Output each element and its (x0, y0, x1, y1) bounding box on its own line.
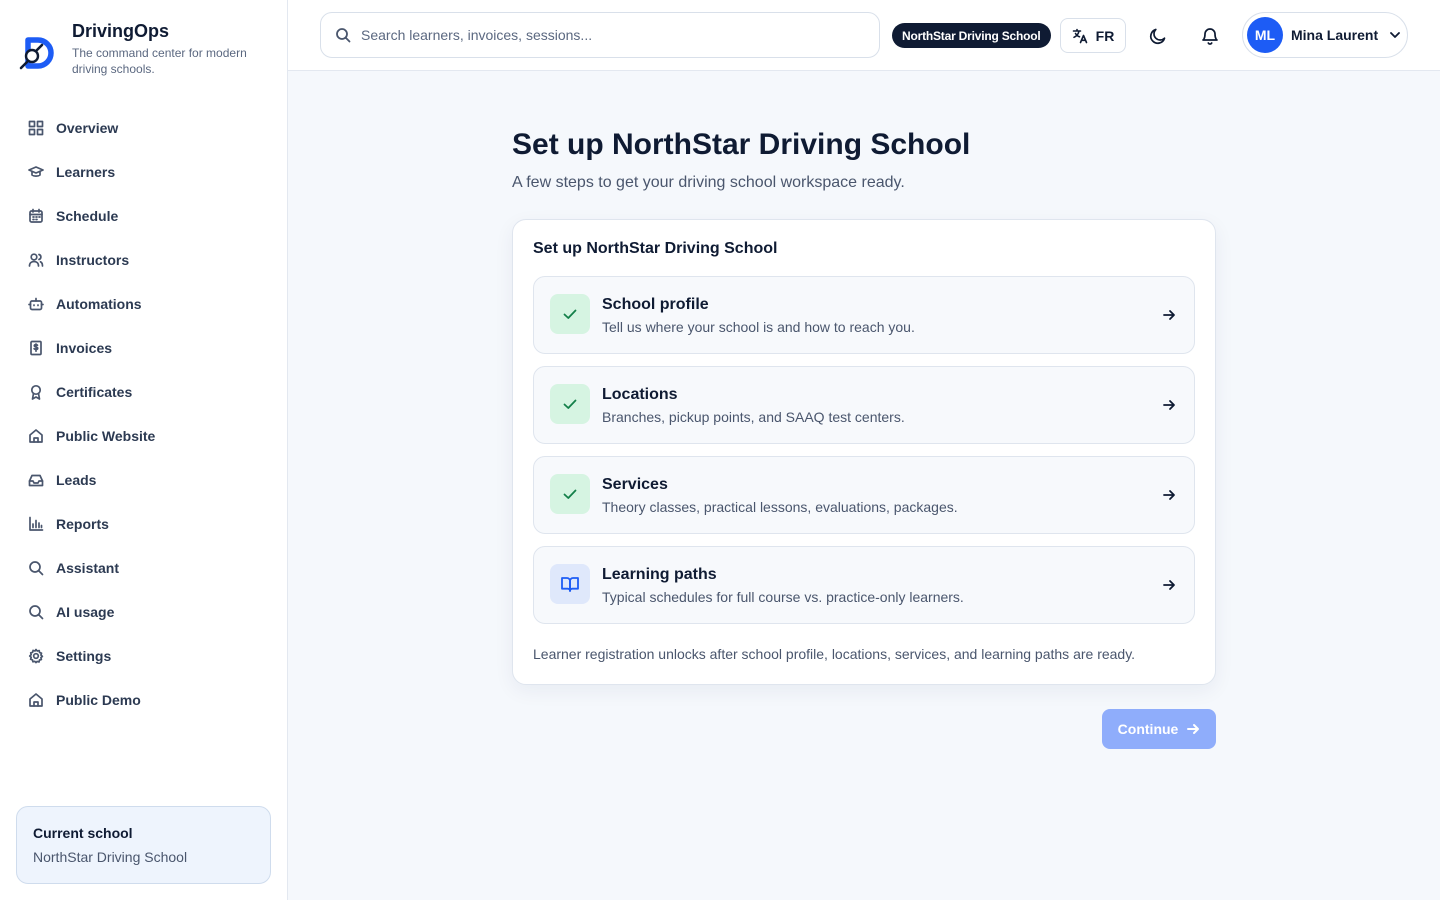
setup-step-locations[interactable]: Locations Branches, pickup points, and S… (533, 366, 1195, 444)
sidebar-item-label: Learners (56, 164, 116, 180)
step-title: Services (602, 476, 668, 493)
page-subtitle: A few steps to get your driving school w… (512, 174, 905, 191)
arrow-right-icon (1162, 308, 1176, 322)
sidebar-item-invoices[interactable]: Invoices (16, 326, 272, 370)
sidebar-nav: Overview Learners Schedule Instructors A… (16, 106, 272, 722)
sidebar-item-label: Instructors (56, 252, 130, 268)
gear-icon (28, 648, 44, 664)
chevron-down-icon (1390, 32, 1401, 38)
bot-icon (28, 296, 44, 312)
current-school-value: NorthStar Driving School (33, 849, 188, 865)
setup-step-learning-paths[interactable]: Learning paths Typical schedules for ful… (533, 546, 1195, 624)
step-title: School profile (602, 296, 709, 313)
sidebar-item-label: Assistant (56, 560, 120, 576)
language-label: FR (1095, 27, 1115, 44)
sidebar-item-schedule[interactable]: Schedule (16, 194, 272, 238)
grid-icon (28, 120, 44, 136)
registration-note: Learner registration unlocks after schoo… (533, 646, 1136, 662)
user-name: Mina Laurent (1291, 27, 1379, 43)
step-status-badge (550, 564, 590, 604)
dark-mode-toggle[interactable] (1140, 18, 1176, 53)
user-menu-button[interactable]: ML Mina Laurent (1242, 12, 1408, 58)
step-description: Tell us where your school is and how to … (602, 319, 915, 335)
search-icon (28, 604, 44, 620)
sidebar-item-label: Schedule (56, 208, 119, 224)
sidebar-item-public-demo[interactable]: Public Demo (16, 678, 272, 722)
arrow-right-icon (1187, 724, 1200, 734)
current-school-card: Current school NorthStar Driving School (16, 806, 271, 884)
setup-step-school-profile[interactable]: School profile Tell us where your school… (533, 276, 1195, 354)
sidebar-item-public-website[interactable]: Public Website (16, 414, 272, 458)
check-icon (563, 309, 577, 319)
school-badge: NorthStar Driving School (892, 23, 1051, 48)
inbox-icon (28, 472, 44, 488)
check-icon (563, 399, 577, 409)
calendar-icon (28, 208, 44, 224)
bar-chart-icon (28, 516, 44, 532)
step-description: Branches, pickup points, and SAAQ test c… (602, 409, 905, 425)
sidebar: DrivingOps The command center for modern… (0, 0, 288, 900)
arrow-right-icon (1162, 398, 1176, 412)
brand-name: DrivingOps (72, 21, 170, 41)
search-icon (336, 28, 351, 43)
sidebar-item-overview[interactable]: Overview (16, 106, 272, 150)
translate-icon (1072, 28, 1087, 43)
brand-tagline: The command center for modern driving sc… (72, 46, 247, 76)
moon-icon (1149, 28, 1166, 44)
continue-label: Continue (1117, 721, 1179, 737)
brand[interactable]: DrivingOps The command center for modern… (18, 20, 262, 77)
sidebar-item-label: Settings (56, 648, 112, 664)
sidebar-item-learners[interactable]: Learners (16, 150, 272, 194)
setup-card: Set up NorthStar Driving School School p… (512, 219, 1216, 685)
sidebar-item-label: AI usage (56, 604, 115, 620)
sidebar-item-label: Automations (56, 296, 142, 312)
sidebar-item-automations[interactable]: Automations (16, 282, 272, 326)
search-box[interactable] (320, 12, 880, 58)
book-open-icon (561, 577, 579, 592)
current-school-label: Current school (33, 825, 133, 841)
award-icon (28, 384, 44, 400)
sidebar-item-label: Reports (56, 516, 109, 532)
sidebar-item-label: Certificates (56, 384, 133, 400)
sidebar-item-label: Public Website (56, 428, 156, 444)
graduation-cap-icon (28, 164, 44, 180)
page-title: Set up NorthStar Driving School (512, 128, 971, 161)
step-status-badge (550, 294, 590, 334)
sidebar-item-ai-usage[interactable]: AI usage (16, 590, 272, 634)
top-bar: NorthStar Driving School FR ML Mina Laur… (288, 0, 1440, 71)
users-icon (28, 252, 44, 268)
sidebar-item-label: Overview (56, 120, 119, 136)
search-icon (28, 560, 44, 576)
invoice-icon (28, 340, 44, 356)
notifications-button[interactable] (1192, 18, 1228, 53)
drivingops-logo (19, 37, 54, 70)
arrow-right-icon (1162, 488, 1176, 502)
sidebar-item-instructors[interactable]: Instructors (16, 238, 272, 282)
sidebar-item-certificates[interactable]: Certificates (16, 370, 272, 414)
continue-button[interactable]: Continue (1102, 709, 1216, 749)
step-title: Locations (602, 386, 678, 403)
sidebar-item-assistant[interactable]: Assistant (16, 546, 272, 590)
bell-icon (1202, 27, 1218, 45)
step-description: Typical schedules for full course vs. pr… (602, 589, 964, 605)
sidebar-item-label: Public Demo (56, 692, 141, 708)
sidebar-item-leads[interactable]: Leads (16, 458, 272, 502)
sidebar-item-label: Leads (56, 472, 97, 488)
step-title: Learning paths (602, 566, 717, 583)
setup-step-services[interactable]: Services Theory classes, practical lesso… (533, 456, 1195, 534)
search-input[interactable] (361, 27, 841, 43)
setup-card-title: Set up NorthStar Driving School (533, 240, 778, 257)
check-icon (563, 489, 577, 499)
sidebar-item-label: Invoices (56, 340, 113, 356)
sidebar-item-settings[interactable]: Settings (16, 634, 272, 678)
home-icon (28, 428, 44, 444)
step-status-badge (550, 384, 590, 424)
arrow-right-icon (1162, 578, 1176, 592)
step-description: Theory classes, practical lessons, evalu… (602, 499, 958, 515)
sidebar-item-reports[interactable]: Reports (16, 502, 272, 546)
avatar: ML (1247, 17, 1283, 53)
home-icon (28, 692, 44, 708)
step-status-badge (550, 474, 590, 514)
language-toggle-button[interactable]: FR (1060, 18, 1126, 53)
